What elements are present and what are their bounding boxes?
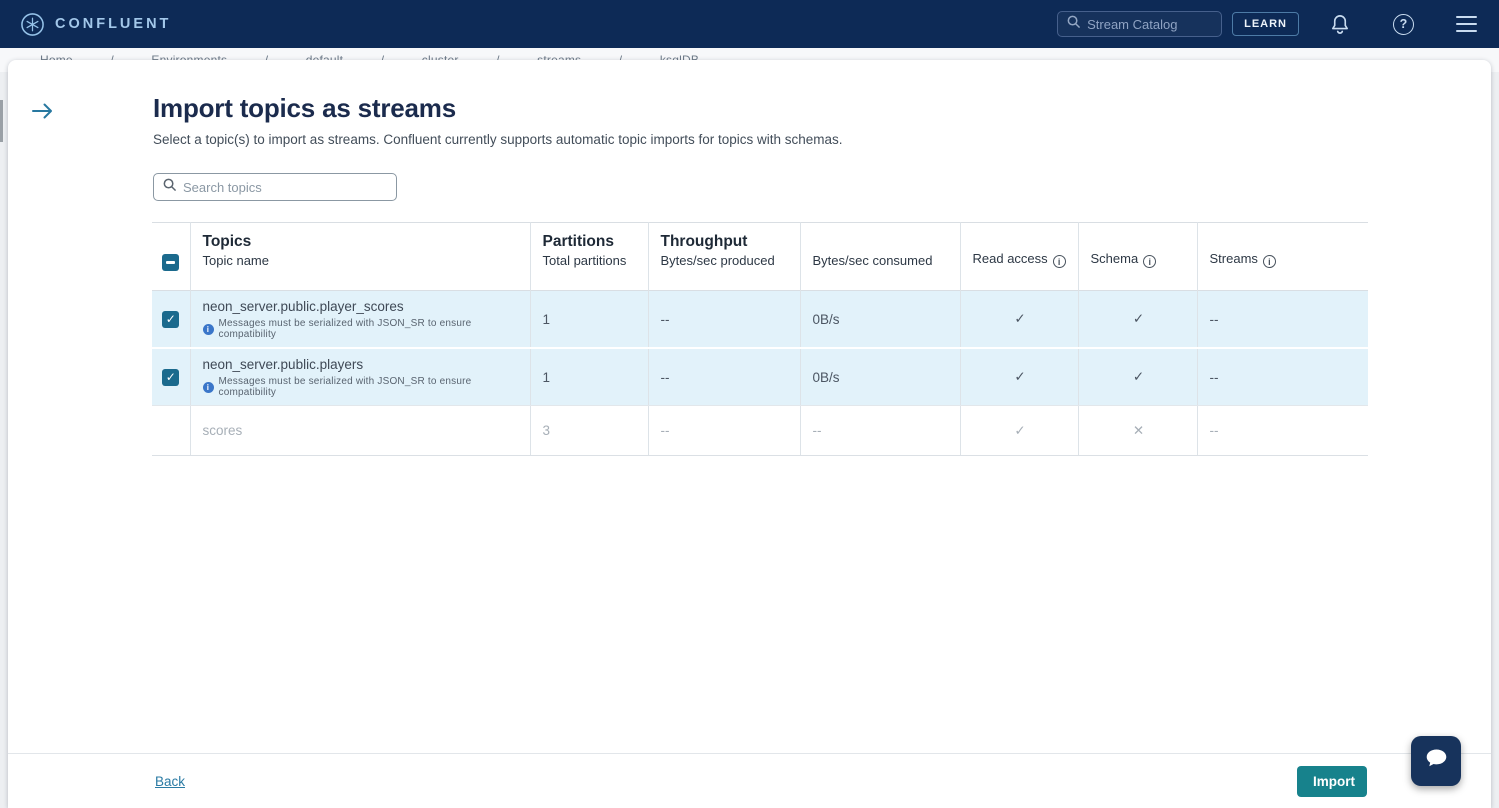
cell-schema: ✓ <box>1078 291 1197 349</box>
question-mark-icon: ? <box>1393 14 1414 35</box>
col-group-topics: Topics <box>203 233 520 251</box>
info-icon <box>203 324 214 335</box>
col-group-throughput: Throughput <box>661 233 790 251</box>
info-icon[interactable] <box>1263 255 1276 268</box>
cell-partitions: 1 <box>530 291 648 349</box>
col-bytes-consumed: Bytes/sec consumed <box>813 253 933 268</box>
stream-catalog-input[interactable] <box>1087 17 1213 32</box>
topic-name: scores <box>203 422 520 439</box>
cell-bytes-produced: -- <box>648 291 800 349</box>
col-topic-name: Topic name <box>203 253 269 268</box>
cell-read-access: ✓ <box>960 348 1078 406</box>
search-icon <box>162 177 177 197</box>
cell-streams: -- <box>1197 291 1368 349</box>
cell-bytes-produced: -- <box>648 348 800 406</box>
back-link[interactable]: Back <box>155 774 185 789</box>
col-total-partitions: Total partitions <box>543 253 627 268</box>
topic-note: Messages must be serialized with JSON_SR… <box>203 318 520 340</box>
top-navbar: CONFLUENT LEARN ? <box>0 0 1499 48</box>
info-icon[interactable] <box>1053 255 1066 268</box>
table-row-scores-disabled: scores 3 -- -- ✓ ✕ -- <box>152 406 1368 456</box>
learn-button[interactable]: LEARN <box>1232 12 1299 36</box>
notifications-bell-icon[interactable] <box>1329 13 1351 36</box>
table-header-row: Topics Topic name Partitions Total parti… <box>152 223 1368 291</box>
col-schema: Schema <box>1091 251 1139 266</box>
cell-read-access: ✓ <box>960 406 1078 456</box>
table-row-player-scores[interactable]: neon_server.public.player_scores Message… <box>152 291 1368 349</box>
cell-streams: -- <box>1197 406 1368 456</box>
topic-name: neon_server.public.players <box>203 356 520 373</box>
stream-catalog-search[interactable] <box>1057 11 1222 37</box>
cell-bytes-consumed: 0B/s <box>800 291 960 349</box>
import-topics-panel: Import topics as streams Select a topic(… <box>8 60 1491 808</box>
cell-schema: ✕ <box>1078 406 1197 456</box>
import-button[interactable]: Import <box>1297 766 1367 797</box>
search-icon <box>1066 14 1081 34</box>
cell-partitions: 1 <box>530 348 648 406</box>
background-panel-sliver <box>0 100 3 142</box>
col-bytes-produced: Bytes/sec produced <box>661 253 775 268</box>
info-icon[interactable] <box>1143 255 1156 268</box>
col-group-partitions: Partitions <box>543 233 638 251</box>
chat-bubble-icon <box>1423 745 1450 777</box>
row-checkbox[interactable] <box>162 311 179 328</box>
chat-widget-button[interactable] <box>1411 736 1461 786</box>
collapse-arrow-icon[interactable] <box>30 100 55 127</box>
col-read-access: Read access <box>973 251 1048 266</box>
cell-read-access: ✓ <box>960 291 1078 349</box>
hamburger-menu-icon[interactable] <box>1456 16 1477 32</box>
confluent-brand[interactable]: CONFLUENT <box>20 12 171 37</box>
select-all-checkbox[interactable] <box>162 254 179 271</box>
topic-name: neon_server.public.player_scores <box>203 298 520 315</box>
cell-bytes-consumed: -- <box>800 406 960 456</box>
topic-search-input[interactable] <box>183 180 388 195</box>
topic-note: Messages must be serialized with JSON_SR… <box>203 376 520 398</box>
cell-streams: -- <box>1197 348 1368 406</box>
cell-partitions: 3 <box>530 406 648 456</box>
page-title: Import topics as streams <box>153 93 456 124</box>
col-streams: Streams <box>1210 251 1258 266</box>
modal-footer: Back Import <box>8 753 1491 808</box>
help-icon[interactable]: ? <box>1393 14 1414 35</box>
cell-schema: ✓ <box>1078 348 1197 406</box>
topic-search-box[interactable] <box>153 173 397 201</box>
confluent-logo-icon <box>20 12 45 37</box>
table-row-players[interactable]: neon_server.public.players Messages must… <box>152 348 1368 406</box>
cell-bytes-consumed: 0B/s <box>800 348 960 406</box>
cell-bytes-produced: -- <box>648 406 800 456</box>
row-checkbox[interactable] <box>162 369 179 386</box>
page-subtitle: Select a topic(s) to import as streams. … <box>153 132 843 147</box>
topics-table: Topics Topic name Partitions Total parti… <box>152 222 1368 456</box>
info-icon <box>203 382 214 393</box>
brand-name: CONFLUENT <box>55 16 171 32</box>
